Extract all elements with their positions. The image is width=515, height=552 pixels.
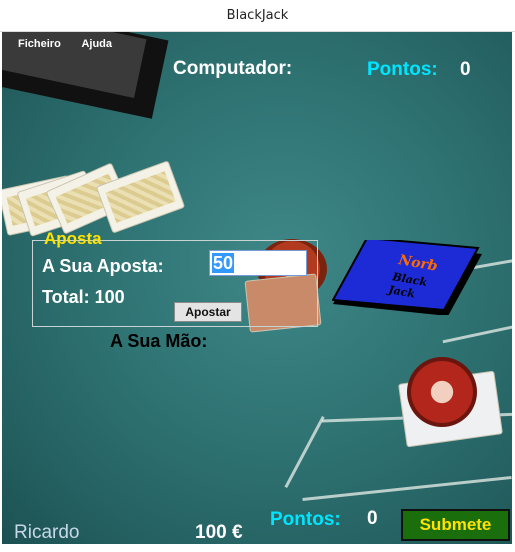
- table-line: [302, 476, 512, 501]
- table-line: [284, 416, 325, 489]
- deck-logo-card: Norb Black Jack: [332, 240, 482, 315]
- bet-amount-value: 50: [212, 253, 235, 273]
- hand-label: A Sua Mão:: [110, 331, 208, 351]
- computer-points-label: Pontos:: [367, 59, 438, 80]
- computer-label: Computador:: [173, 58, 293, 79]
- player-points-value: 0: [367, 508, 378, 529]
- background-chip: [407, 357, 477, 427]
- menu-bar: Ficheiro Ajuda: [18, 38, 130, 50]
- submit-button[interactable]: Submete: [401, 509, 510, 541]
- bet-group-legend: Aposta: [44, 229, 102, 248]
- window-titlebar: BlackJack: [0, 0, 515, 32]
- game-table: Ficheiro Ajuda Computador: Pontos: 0 Apo…: [2, 32, 512, 544]
- bet-amount-input[interactable]: 50: [209, 250, 307, 276]
- player-name: Ricardo: [14, 522, 80, 543]
- table-line: [442, 323, 512, 344]
- player-money: 100 €: [195, 522, 243, 543]
- menu-help[interactable]: Ajuda: [81, 38, 112, 50]
- window-title: BlackJack: [226, 8, 289, 23]
- menu-file[interactable]: Ficheiro: [18, 38, 61, 50]
- total-label: Total: 100: [42, 287, 125, 307]
- bet-button[interactable]: Apostar: [174, 302, 242, 322]
- your-bet-label: A Sua Aposta:: [42, 256, 164, 276]
- player-points-label: Pontos:: [270, 509, 341, 530]
- computer-points-value: 0: [460, 59, 471, 80]
